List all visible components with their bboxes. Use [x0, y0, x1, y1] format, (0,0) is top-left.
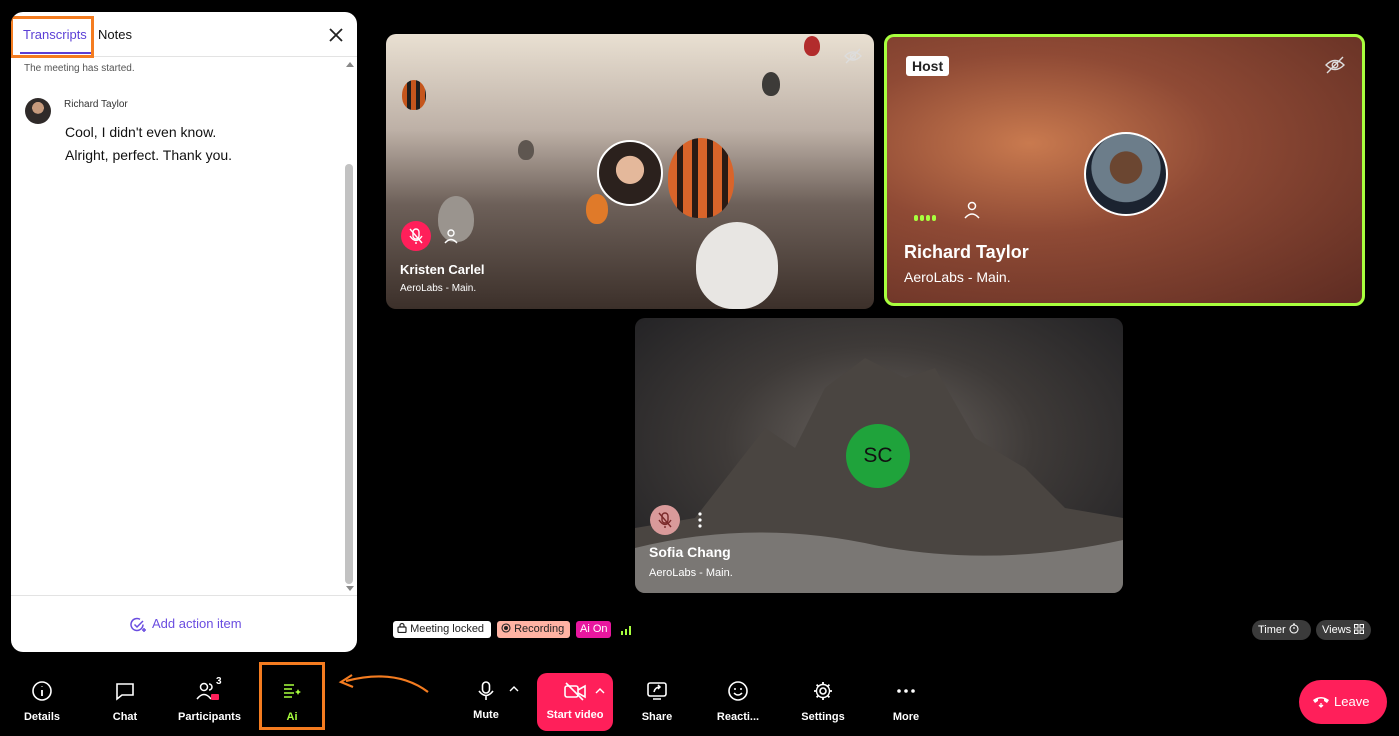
- reactions-button[interactable]: Reacti...: [716, 680, 760, 723]
- person-icon: [444, 229, 458, 244]
- share-button[interactable]: Share: [638, 680, 676, 723]
- grid-icon: [1354, 624, 1365, 634]
- participant-name: Richard Taylor: [904, 242, 1029, 262]
- hang-up-icon: [1313, 697, 1329, 708]
- participants-button[interactable]: 3 Participants: [178, 676, 241, 723]
- transcripts-tab-highlight: [11, 16, 94, 58]
- participants-label: Participants: [178, 711, 241, 723]
- speaking-indicator: [914, 208, 938, 226]
- mic-off-icon: [409, 228, 423, 244]
- background-balloon: [402, 80, 426, 110]
- scroll-up-icon[interactable]: [346, 62, 354, 67]
- transcript-line: Cool, I didn't even know.: [65, 124, 217, 140]
- participant-name: Kristen Carlel: [400, 262, 485, 277]
- transcript-line: Alright, perfect. Thank you.: [65, 147, 233, 163]
- recording-label: Recording: [514, 623, 565, 635]
- background-balloon: [696, 222, 778, 309]
- leave-label: Leave: [1334, 694, 1370, 709]
- chat-icon: [116, 683, 134, 701]
- settings-button[interactable]: Settings: [800, 680, 846, 723]
- mute-button[interactable]: Mute: [468, 680, 504, 721]
- stopwatch-icon: [1289, 623, 1299, 634]
- system-message: The meeting has started.: [24, 63, 135, 74]
- host-badge: Host: [906, 56, 950, 76]
- hidden-eye-icon[interactable]: [844, 48, 862, 64]
- chevron-up-icon[interactable]: [509, 685, 519, 693]
- microphone-icon: [478, 681, 494, 700]
- mic-muted-button[interactable]: [650, 505, 680, 535]
- info-icon: [32, 681, 52, 701]
- lock-icon: [397, 622, 407, 634]
- participants-count: 3: [216, 676, 222, 687]
- hidden-eye-icon[interactable]: [1325, 56, 1345, 74]
- more-button[interactable]: More: [888, 680, 924, 723]
- mute-label: Mute: [473, 709, 499, 721]
- participant-tile[interactable]: Kristen Carlel AeroLabs - Main.: [386, 34, 874, 309]
- reactions-label: Reacti...: [716, 711, 760, 723]
- divider: [11, 595, 357, 596]
- video-off-icon: [564, 682, 586, 701]
- scrollbar[interactable]: [343, 58, 355, 598]
- background-balloon: [518, 140, 534, 160]
- background-balloon: [804, 36, 820, 56]
- tab-notes[interactable]: Notes: [98, 27, 132, 42]
- ai-button-highlight: [259, 662, 325, 730]
- transcript-speaker: Richard Taylor: [64, 99, 128, 110]
- chat-button[interactable]: Chat: [105, 680, 145, 723]
- background-balloon: [668, 138, 734, 218]
- timer-button[interactable]: Timer: [1252, 620, 1311, 640]
- avatar: [1084, 132, 1168, 216]
- gear-icon: [814, 682, 832, 700]
- meeting-locked-badge: Meeting locked: [393, 621, 491, 638]
- avatar-initials: SC: [846, 424, 910, 488]
- participant-org: AeroLabs - Main.: [400, 283, 477, 294]
- scroll-down-icon[interactable]: [346, 586, 354, 591]
- mic-off-icon: [658, 512, 672, 528]
- share-label: Share: [641, 711, 673, 723]
- panel-tabs: Transcripts Notes: [11, 12, 357, 58]
- signal-icon: [621, 626, 631, 635]
- mic-muted-button[interactable]: [401, 221, 431, 251]
- leave-button[interactable]: Leave: [1299, 680, 1387, 724]
- participant-org: AeroLabs - Main.: [649, 567, 733, 579]
- participant-tile-active[interactable]: Host Richard Taylor AeroLabs - Main.: [884, 34, 1365, 306]
- smiley-icon: [728, 681, 748, 701]
- views-label: Views: [1322, 624, 1352, 636]
- settings-label: Settings: [801, 711, 845, 723]
- more-label: More: [892, 711, 920, 723]
- avatar: [597, 140, 663, 206]
- start-video-button[interactable]: Start video: [537, 673, 613, 731]
- recording-badge: Recording: [497, 621, 570, 638]
- ai-on-badge: Ai On: [576, 621, 611, 638]
- avatar: [25, 98, 51, 124]
- views-button[interactable]: Views: [1316, 620, 1371, 640]
- close-icon[interactable]: [323, 22, 349, 48]
- participant-tile[interactable]: SC Sofia Chang AeroLabs - Main.: [635, 318, 1123, 593]
- meeting-locked-label: Meeting locked: [410, 623, 485, 635]
- background-balloon: [586, 194, 608, 224]
- record-icon: [501, 623, 511, 633]
- person-icon: [964, 201, 980, 219]
- scroll-thumb[interactable]: [345, 164, 353, 584]
- share-screen-icon: [647, 682, 667, 700]
- more-vertical-icon[interactable]: [696, 510, 704, 530]
- chevron-up-icon[interactable]: [595, 687, 605, 695]
- timer-label: Timer: [1258, 624, 1286, 636]
- add-action-item-label: Add action item: [152, 616, 242, 631]
- transcripts-panel: Transcripts Notes The meeting has starte…: [11, 12, 357, 652]
- pointer-arrow-icon: [338, 674, 429, 693]
- participant-name: Sofia Chang: [649, 544, 731, 560]
- start-video-label: Start video: [546, 709, 604, 721]
- background-balloon: [762, 72, 780, 96]
- details-label: Details: [23, 711, 61, 723]
- more-horizontal-icon: [897, 689, 915, 693]
- participant-org: AeroLabs - Main.: [904, 269, 1011, 285]
- details-button[interactable]: Details: [22, 680, 62, 723]
- chat-label: Chat: [112, 711, 138, 723]
- add-task-icon: [130, 617, 146, 632]
